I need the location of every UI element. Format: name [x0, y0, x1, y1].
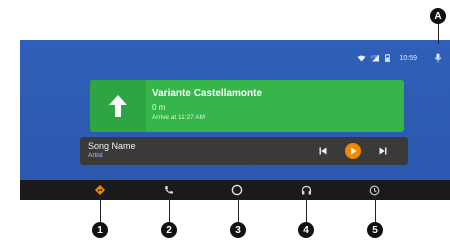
arrow-straight-up-icon [109, 95, 127, 117]
callout-a: A [430, 8, 446, 24]
media-card[interactable]: Song Name Artist [80, 137, 408, 165]
skip-previous-button[interactable] [316, 137, 330, 165]
android-auto-screen: LTE 10:59 Variante Castellamonte 0 m Arr… [20, 40, 450, 200]
nav-button-home[interactable] [230, 183, 244, 197]
phone-icon [165, 186, 173, 194]
artist-name: Artist [88, 152, 103, 159]
recents-icon [369, 185, 379, 195]
nav-button-phone[interactable] [162, 183, 176, 197]
bottom-navigation-bar [20, 180, 450, 200]
callout-3: 3 [230, 222, 246, 238]
status-time: 10:59 [399, 54, 417, 62]
arrival-time: Arrive at 11:27 AM [152, 114, 205, 121]
callout-5-leader [375, 196, 376, 222]
play-icon [345, 143, 361, 159]
callout-4: 4 [298, 222, 314, 238]
headphones-icon [301, 185, 311, 195]
callout-2: 2 [161, 222, 177, 238]
skip-next-icon [379, 147, 387, 155]
maneuver-panel [90, 80, 146, 132]
callout-a-leader [438, 24, 439, 44]
wifi-icon [357, 55, 366, 61]
microphone-icon[interactable] [434, 53, 442, 63]
nav-button-recents[interactable] [367, 183, 381, 197]
home-circle-icon [231, 184, 243, 196]
navigation-card[interactable]: Variante Castellamonte 0 m Arrive at 11:… [90, 80, 404, 132]
nav-button-navigation[interactable] [93, 183, 107, 197]
callout-2-leader [169, 196, 170, 222]
svg-text:LTE: LTE [371, 54, 378, 59]
signal-icon: LTE [371, 54, 380, 62]
song-title: Song Name [88, 141, 136, 151]
status-bar: LTE 10:59 [357, 52, 442, 64]
callout-4-leader [306, 196, 307, 222]
navigation-icon [95, 185, 105, 195]
battery-icon [385, 54, 391, 62]
skip-next-button[interactable] [376, 137, 390, 165]
distance: 0 m [152, 103, 166, 112]
callout-1: 1 [92, 222, 108, 238]
skip-previous-icon [319, 147, 327, 155]
callout-3-leader [238, 196, 239, 222]
callout-5: 5 [367, 222, 383, 238]
play-button[interactable] [344, 137, 362, 165]
nav-button-audio[interactable] [299, 183, 313, 197]
street-name: Variante Castellamonte [152, 88, 263, 99]
callout-1-leader [100, 196, 101, 222]
